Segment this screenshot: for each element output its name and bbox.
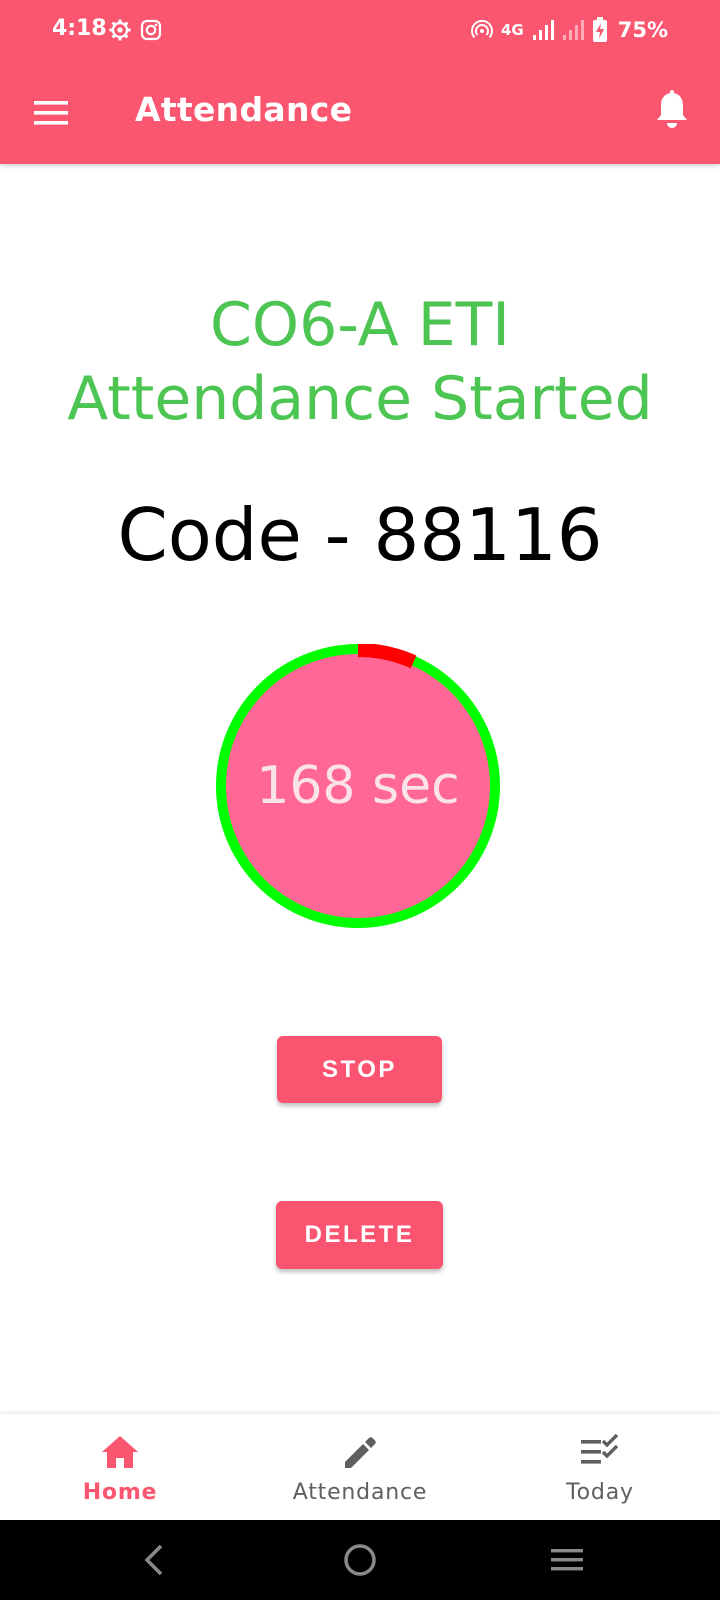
system-back-button[interactable] — [132, 1538, 176, 1582]
hotspot-icon — [470, 19, 493, 39]
settings-gear-icon — [109, 19, 131, 41]
session-headline: CO6-A ETI Attendance Started — [0, 288, 720, 436]
menu-button[interactable] — [30, 92, 72, 134]
home-circle-icon — [344, 1544, 376, 1576]
subject-name: CO6-A ETI — [210, 290, 510, 360]
home-icon — [102, 1436, 138, 1468]
checklist-icon — [581, 1434, 619, 1464]
status-time: 4:18 — [52, 16, 107, 41]
nav-label-today: Today — [566, 1480, 634, 1505]
nav-item-today[interactable]: Today — [480, 1414, 720, 1520]
stop-button[interactable]: STOP — [277, 1036, 442, 1103]
nav-item-attendance[interactable]: Attendance — [240, 1414, 480, 1520]
signal-icon — [532, 20, 554, 40]
app-title: Attendance — [135, 90, 353, 129]
signal-secondary-icon — [562, 20, 584, 40]
nav-item-home[interactable]: Home — [0, 1414, 240, 1520]
pencil-icon — [345, 1437, 376, 1468]
delete-button[interactable]: DELETE — [276, 1201, 443, 1269]
status-system-icons: 4G 75% — [470, 14, 668, 46]
battery-charging-icon — [592, 17, 607, 42]
attendance-code: Code - 88116 — [117, 493, 603, 577]
bell-icon — [657, 90, 687, 128]
back-chevron-icon — [144, 1544, 163, 1576]
timer-label: 168 sec — [256, 756, 460, 816]
nav-label-home: Home — [82, 1480, 158, 1505]
status-notification-icons — [108, 17, 162, 43]
screen: 4:18 4G 75% Attendance CO6-A ETI Attenda… — [0, 0, 720, 1600]
instagram-icon — [140, 19, 162, 41]
network-type: 4G — [500, 21, 524, 39]
system-recents-button[interactable] — [545, 1538, 589, 1582]
app-bar: Attendance — [0, 60, 720, 164]
countdown-timer: 168 sec — [216, 644, 500, 928]
hamburger-menu-icon — [34, 101, 68, 125]
status-bar: 4:18 4G 75% — [0, 0, 720, 60]
battery-percent: 75% — [617, 18, 668, 42]
system-navigation-bar — [0, 1520, 720, 1600]
system-home-button[interactable] — [338, 1538, 382, 1582]
nav-label-attendance: Attendance — [292, 1480, 428, 1505]
notifications-button[interactable] — [650, 88, 694, 132]
bottom-navigation: Home Attendance Today — [0, 1414, 720, 1520]
attendance-status: Attendance Started — [67, 364, 653, 434]
recents-menu-icon — [551, 1549, 583, 1571]
